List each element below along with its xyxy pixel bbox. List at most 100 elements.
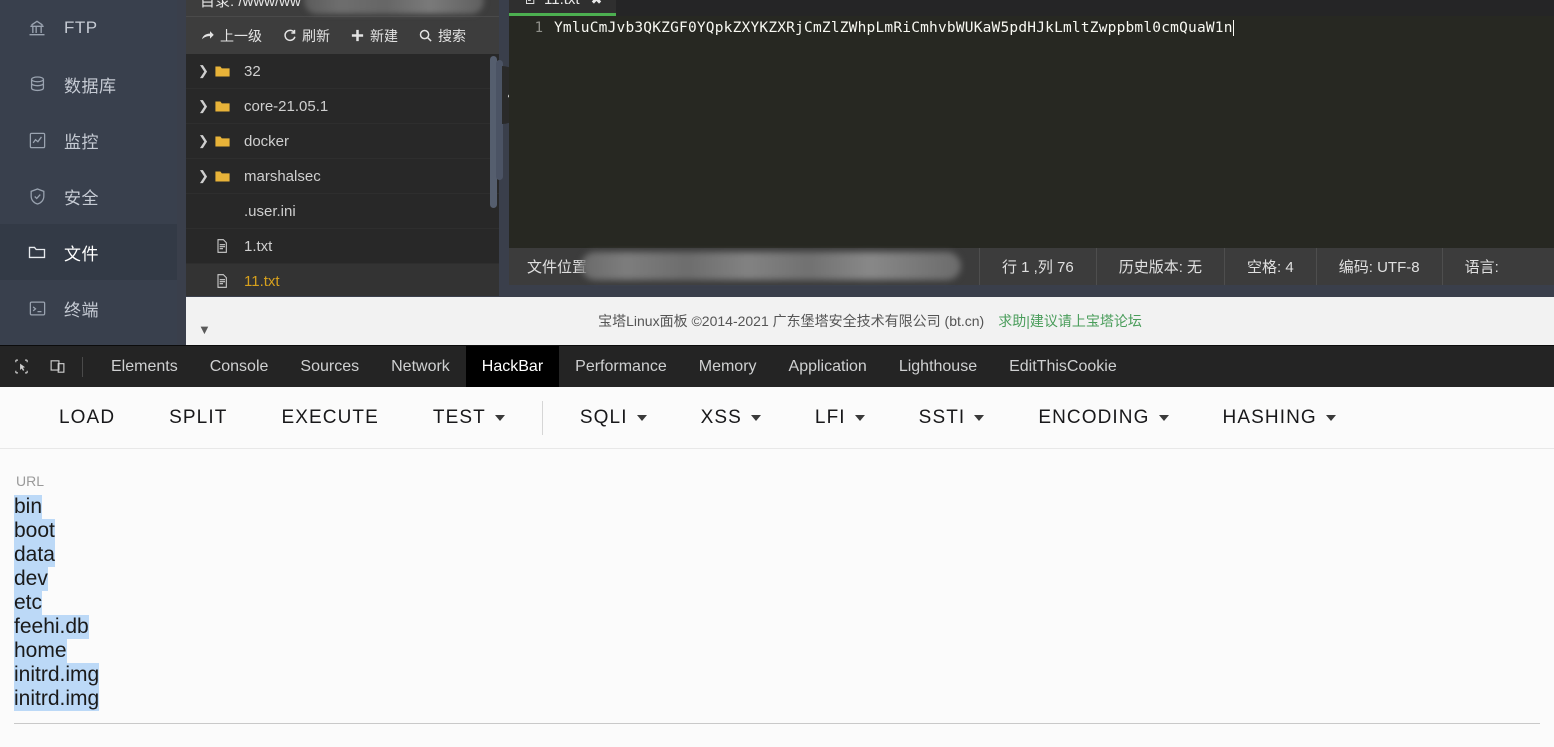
status-file-location: 文件位置 [509,248,979,285]
split-button[interactable]: SPLIT [142,387,254,449]
chevron-right-icon: ❯ [198,63,209,78]
bt-sidebar-nav: FTP 数据库 监控 安全 文件 终端 [0,0,177,345]
status-language: 语言: [1441,248,1521,285]
file-browser-path: 目录: /www/ww [186,0,499,16]
url-line-text: etc [14,591,43,615]
tab-network[interactable]: Network [375,346,466,388]
url-line-text: feehi.db [14,615,89,639]
devtools-tabbar: Elements Console Sources Network HackBar… [0,345,1554,388]
sidebar-item-label: FTP [64,18,98,37]
bt-footer: 宝塔Linux面板 ©2014-2021 广东堡塔安全技术有限公司 (bt.cn… [186,297,1554,345]
load-label: LOAD [59,406,116,428]
sidebar-item-monitor[interactable]: 监控 [0,112,177,168]
file-row[interactable]: ❯ 32 [186,54,499,89]
file-row[interactable]: 1.txt [186,229,499,264]
editor-code-line: YmluCmJvb3QKZGF0YQpkZXYKZXRjCmZlZWhpLmRi… [554,20,1233,36]
search-label: 搜索 [438,27,466,44]
test-menu-button[interactable]: TEST [406,387,532,449]
monitor-icon [26,129,48,151]
file-icon [214,238,240,254]
plus-icon [350,28,365,43]
file-row[interactable]: ❯ marshalsec [186,159,499,194]
search-button[interactable]: 搜索 [418,26,466,46]
file-row[interactable]: .user.ini [186,194,499,229]
tab-performance[interactable]: Performance [559,346,683,388]
sidebar-item-ftp[interactable]: FTP [0,0,177,56]
encoding-label: ENCODING [1038,406,1150,428]
url-line: home [14,639,1540,663]
sidebar-item-label: 数据库 [64,76,117,96]
tab-lighthouse[interactable]: Lighthouse [883,346,993,388]
status-file-location-label: 文件位置 [527,259,588,276]
url-field-label: URL [16,473,45,489]
editor-body[interactable]: 1 YmluCmJvb3QKZGF0YQpkZXYKZXRjCmZlZWhpLm… [509,16,1554,248]
tab-memory[interactable]: Memory [683,346,773,388]
encoding-menu-button[interactable]: ENCODING [1011,387,1195,449]
refresh-button[interactable]: 刷新 [282,26,330,46]
editor-tabbar: 11.txt ✖ [509,0,1554,16]
file-row[interactable]: ❯ core-21.05.1 [186,89,499,124]
hackbar-body: URL bin boot data dev etc feehi.db home initrd.… [0,449,1554,747]
file-list: ❯ 32 ❯ core-21.05.1 ❯ docker ❯ marshalse… [186,54,499,296]
chevron-down-icon [636,414,647,421]
tab-console[interactable]: Console [194,346,285,388]
chevron-down-icon [750,414,761,421]
close-icon[interactable]: ✖ [591,0,603,8]
sidebar-item-files[interactable]: 文件 [0,224,177,280]
refresh-label: 刷新 [302,27,330,44]
execute-button[interactable]: EXECUTE [254,387,405,449]
editor-tab-11txt[interactable]: 11.txt ✖ [509,0,617,16]
chevron-down-icon [494,414,505,421]
xss-menu-button[interactable]: XSS [674,387,788,449]
new-button[interactable]: 新建 [350,26,398,46]
sidebar-item-terminal[interactable]: 终端 [0,280,177,336]
chevron-down-icon [854,414,865,421]
tab-elements[interactable]: Elements [95,346,194,388]
device-toolbar-icon[interactable] [42,352,72,382]
editor-tab-label: 11.txt [544,0,580,8]
lfi-menu-button[interactable]: LFI [788,387,892,449]
tab-application[interactable]: Application [773,346,883,388]
url-line: boot [14,519,1540,543]
url-line: data [14,543,1540,567]
sidebar-item-security[interactable]: 安全 [0,168,177,224]
tab-editthiscookie[interactable]: EditThisCookie [993,346,1133,388]
url-line-text: initrd.img [14,663,100,687]
file-name: .user.ini [244,202,296,220]
folder-icon [214,98,240,115]
sidebar-item-label: 安全 [64,188,99,208]
tab-hackbar[interactable]: HackBar [465,345,560,388]
split-label: SPLIT [169,406,228,428]
file-name: 1.txt [244,237,273,255]
load-button[interactable]: LOAD [32,387,142,449]
sqli-menu-button[interactable]: SQLI [553,387,674,449]
hashing-menu-button[interactable]: HASHING [1196,387,1363,449]
file-name: 11.txt [244,272,280,290]
xss-label: XSS [700,406,742,428]
screen-root: FTP 数据库 监控 安全 文件 终端 目录: /www/ww 上一级 刷新 新… [0,0,1554,747]
chevron-down-icon [1325,414,1336,421]
file-row[interactable]: 11.txt [186,264,499,296]
url-line: bin [14,495,1540,519]
inspect-element-icon[interactable] [6,352,36,382]
footer-copyright: 宝塔Linux面板 ©2014-2021 广东堡塔安全技术有限公司 (bt.cn… [598,313,985,329]
url-input[interactable]: bin boot data dev etc feehi.db home initrd.img i… [14,495,1540,711]
ssti-menu-button[interactable]: SSTI [892,387,1012,449]
footer-forum-link[interactable]: 求助|建议请上宝塔论坛 [998,311,1142,331]
url-field-underline [14,723,1540,724]
file-row[interactable]: ❯ docker [186,124,499,159]
file-browser-path-label: 目录: /www/ww [200,0,301,10]
tab-sources[interactable]: Sources [284,346,375,388]
url-line-text: home [14,639,67,663]
url-line-text: boot [14,519,55,543]
editor-status-bar: 文件位置 行 1 ,列 76 历史版本: 无 空格: 4 编码: UTF-8 语… [509,248,1554,285]
up-level-button[interactable]: 上一级 [200,26,262,46]
code-editor: 11.txt ✖ 1 YmluCmJvb3QKZGF0YQpkZXYKZXRjC… [509,0,1554,285]
scroll-down-arrow-icon[interactable]: ▼ [198,322,211,337]
hashing-label: HASHING [1222,406,1317,428]
execute-label: EXECUTE [281,406,379,428]
ssti-label: SSTI [918,406,966,428]
sidebar-item-database[interactable]: 数据库 [0,56,177,112]
folder-icon [214,63,240,80]
ftp-icon [26,17,48,39]
